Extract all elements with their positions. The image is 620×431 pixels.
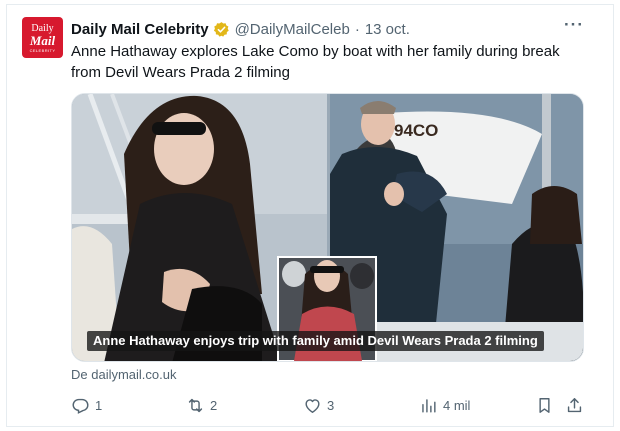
like-count: 3 [327, 397, 335, 413]
views-button[interactable]: 4 mil [419, 394, 470, 416]
tweet-header: Daily Mail Celebrity @DailyMailCeleb · 1… [71, 19, 410, 39]
tweet-text: Anne Hathaway explores Lake Como by boat… [71, 43, 560, 81]
share-icon [567, 397, 582, 412]
tweet-date[interactable]: 13 oct. [365, 21, 410, 38]
reply-button[interactable]: 1 [71, 394, 102, 416]
repost-button[interactable]: 2 [186, 394, 217, 416]
account-name[interactable]: Daily Mail Celebrity [71, 21, 209, 38]
views-count: 4 mil [443, 397, 471, 413]
boat-lettering: 94CO [394, 121, 438, 140]
bookmark-icon [539, 397, 550, 413]
avatar-text-small: CELEBRITY [29, 48, 56, 53]
views-chart-icon [422, 398, 436, 413]
card-source-link[interactable]: De dailymail.co.uk [71, 367, 177, 382]
tweet-actions: 1 2 3 4 mil [0, 394, 620, 416]
heart-icon [305, 398, 320, 413]
avatar[interactable]: Daily Mail CELEBRITY [22, 17, 63, 58]
reply-icon [72, 398, 89, 414]
link-card-image[interactable]: 94CO [71, 93, 584, 362]
verified-badge-icon[interactable] [213, 21, 230, 38]
account-handle[interactable]: @DailyMailCeleb [235, 21, 350, 38]
card-caption: Anne Hathaway enjoys trip with family am… [87, 331, 544, 351]
card-photo: 94CO [72, 94, 583, 361]
reply-count: 1 [95, 397, 103, 413]
repost-icon [188, 398, 203, 412]
share-button[interactable] [565, 394, 584, 416]
bookmark-button[interactable] [535, 394, 554, 416]
avatar-text-main: Mail [29, 33, 56, 48]
like-button[interactable]: 3 [303, 394, 334, 416]
more-options-icon[interactable]: ··· [562, 16, 586, 37]
repost-count: 2 [210, 397, 218, 413]
header-separator: · [354, 20, 360, 38]
